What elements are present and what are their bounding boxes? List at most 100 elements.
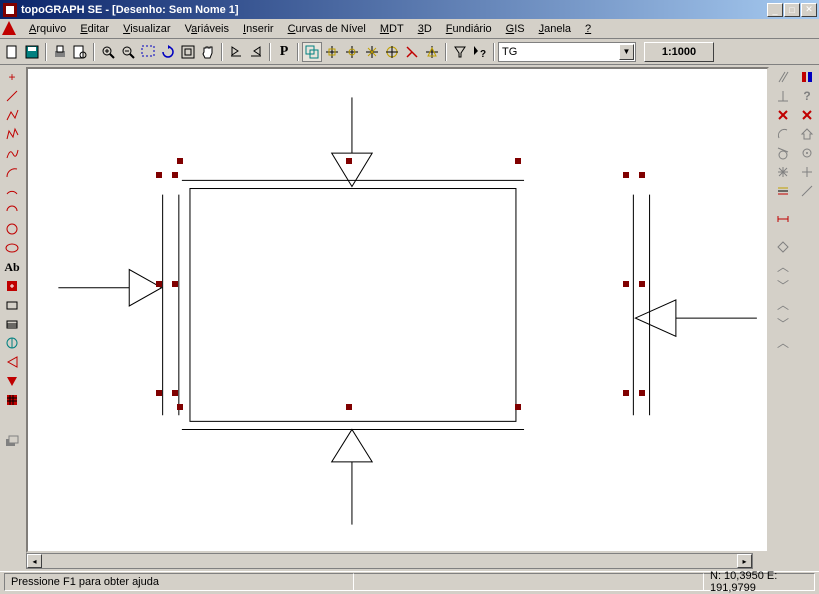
snap-center-button[interactable] xyxy=(382,42,402,62)
zoom-extents-button[interactable] xyxy=(178,42,198,62)
arc3-tool[interactable] xyxy=(3,201,21,219)
handle[interactable] xyxy=(156,390,162,396)
handle[interactable] xyxy=(639,390,645,396)
snap-perpendicular-button[interactable] xyxy=(402,42,422,62)
arc-edit-icon[interactable] xyxy=(774,125,792,143)
menu-mdt[interactable]: MDT xyxy=(373,21,411,37)
zoom-out-button[interactable] xyxy=(118,42,138,62)
prev-view-button[interactable] xyxy=(226,42,246,62)
line-tool[interactable] xyxy=(3,87,21,105)
grid-tool[interactable] xyxy=(3,391,21,409)
pan-button[interactable] xyxy=(198,42,218,62)
parallel-icon[interactable] xyxy=(774,68,792,86)
print-button[interactable] xyxy=(50,42,70,62)
handle[interactable] xyxy=(515,158,521,164)
menu-inserir[interactable]: Inserir xyxy=(236,21,281,37)
filter-button[interactable] xyxy=(450,42,470,62)
snap-nearest-button[interactable] xyxy=(422,42,442,62)
menu-fundiario[interactable]: Fundiário xyxy=(439,21,499,37)
arc2-tool[interactable] xyxy=(3,182,21,200)
handle[interactable] xyxy=(639,172,645,178)
handle[interactable] xyxy=(177,158,183,164)
maximize-button[interactable]: □ xyxy=(784,3,800,17)
star-icon[interactable] xyxy=(774,163,792,181)
menu-gis[interactable]: GIS xyxy=(499,21,532,37)
handle[interactable] xyxy=(623,390,629,396)
triangle-left-tool[interactable] xyxy=(3,353,21,371)
refresh-button[interactable] xyxy=(158,42,178,62)
handle[interactable] xyxy=(623,281,629,287)
menu-3d[interactable]: 3D xyxy=(411,21,439,37)
text-tool[interactable]: Ab xyxy=(3,258,21,276)
menu-editar[interactable]: Editar xyxy=(73,21,116,37)
handle[interactable] xyxy=(346,404,352,410)
delete-icon[interactable] xyxy=(774,106,792,124)
new-button[interactable] xyxy=(2,42,22,62)
point-tool[interactable]: + xyxy=(3,68,21,86)
snap-intersect-button[interactable] xyxy=(362,42,382,62)
spline-tool[interactable] xyxy=(3,144,21,162)
layers-button[interactable] xyxy=(3,431,21,449)
menu-janela[interactable]: Janela xyxy=(532,21,578,37)
target-icon[interactable] xyxy=(798,144,816,162)
whatsthis-button[interactable]: ? xyxy=(470,42,490,62)
chevron-down-icon[interactable]: ﹀ xyxy=(774,276,792,294)
query-icon[interactable]: ? xyxy=(798,87,816,105)
chevron-up2-icon[interactable]: ︿ xyxy=(774,295,792,313)
menu-arquivo[interactable]: Arquivo xyxy=(22,21,73,37)
preview-button[interactable] xyxy=(70,42,90,62)
select-mode-button[interactable] xyxy=(302,42,322,62)
arc-tool[interactable] xyxy=(3,163,21,181)
handle[interactable] xyxy=(177,404,183,410)
zoom-region-button[interactable] xyxy=(138,42,158,62)
chevron-up-icon[interactable]: ︿ xyxy=(774,257,792,275)
snap-endpoint-button[interactable] xyxy=(322,42,342,62)
menu-curvas[interactable]: Curvas de Nível xyxy=(281,21,373,37)
dim-h-icon[interactable] xyxy=(774,210,792,228)
text-button[interactable]: P xyxy=(274,42,294,62)
minimize-button[interactable]: _ xyxy=(767,3,783,17)
handle[interactable] xyxy=(172,172,178,178)
tangent-icon[interactable] xyxy=(774,144,792,162)
insert-tool[interactable] xyxy=(3,277,21,295)
cancel-icon[interactable] xyxy=(798,106,816,124)
handle[interactable] xyxy=(346,158,352,164)
chevron-up3-icon[interactable]: ︿ xyxy=(774,333,792,351)
handle[interactable] xyxy=(623,172,629,178)
handle[interactable] xyxy=(515,404,521,410)
handle[interactable] xyxy=(172,390,178,396)
cross-icon[interactable] xyxy=(798,163,816,181)
polyline-tool[interactable] xyxy=(3,106,21,124)
handle[interactable] xyxy=(172,281,178,287)
save-button[interactable] xyxy=(22,42,42,62)
dim-tool[interactable] xyxy=(3,334,21,352)
menu-visualizar[interactable]: Visualizar xyxy=(116,21,178,37)
home-icon[interactable] xyxy=(798,125,816,143)
scroll-right-icon[interactable]: ▸ xyxy=(737,554,752,568)
scale-display[interactable]: 1:1000 xyxy=(644,42,714,62)
rectangle-tool[interactable] xyxy=(3,296,21,314)
diamond-icon[interactable] xyxy=(774,238,792,256)
edit-line-icon[interactable] xyxy=(798,182,816,200)
triangle-down-tool[interactable] xyxy=(3,372,21,390)
circle-tool[interactable] xyxy=(3,220,21,238)
handle[interactable] xyxy=(156,172,162,178)
props-icon[interactable] xyxy=(798,68,816,86)
hatch-tool[interactable] xyxy=(3,315,21,333)
h-scrollbar[interactable]: ◂ ▸ xyxy=(26,553,769,569)
chevron-down-icon[interactable]: ▼ xyxy=(619,44,634,60)
perp-icon[interactable] xyxy=(774,87,792,105)
line-style-icon[interactable] xyxy=(774,182,792,200)
close-button[interactable]: ✕ xyxy=(801,3,817,17)
polyline2-tool[interactable] xyxy=(3,125,21,143)
chevron-down2-icon[interactable]: ﹀ xyxy=(774,314,792,332)
handle[interactable] xyxy=(639,281,645,287)
layer-select[interactable]: TG ▼ xyxy=(498,42,636,62)
drawing-canvas[interactable] xyxy=(26,67,769,553)
scroll-left-icon[interactable]: ◂ xyxy=(27,554,42,568)
next-view-button[interactable] xyxy=(246,42,266,62)
ellipse-tool[interactable] xyxy=(3,239,21,257)
handle[interactable] xyxy=(156,281,162,287)
zoom-in-button[interactable] xyxy=(98,42,118,62)
menu-help[interactable]: ? xyxy=(578,21,598,37)
